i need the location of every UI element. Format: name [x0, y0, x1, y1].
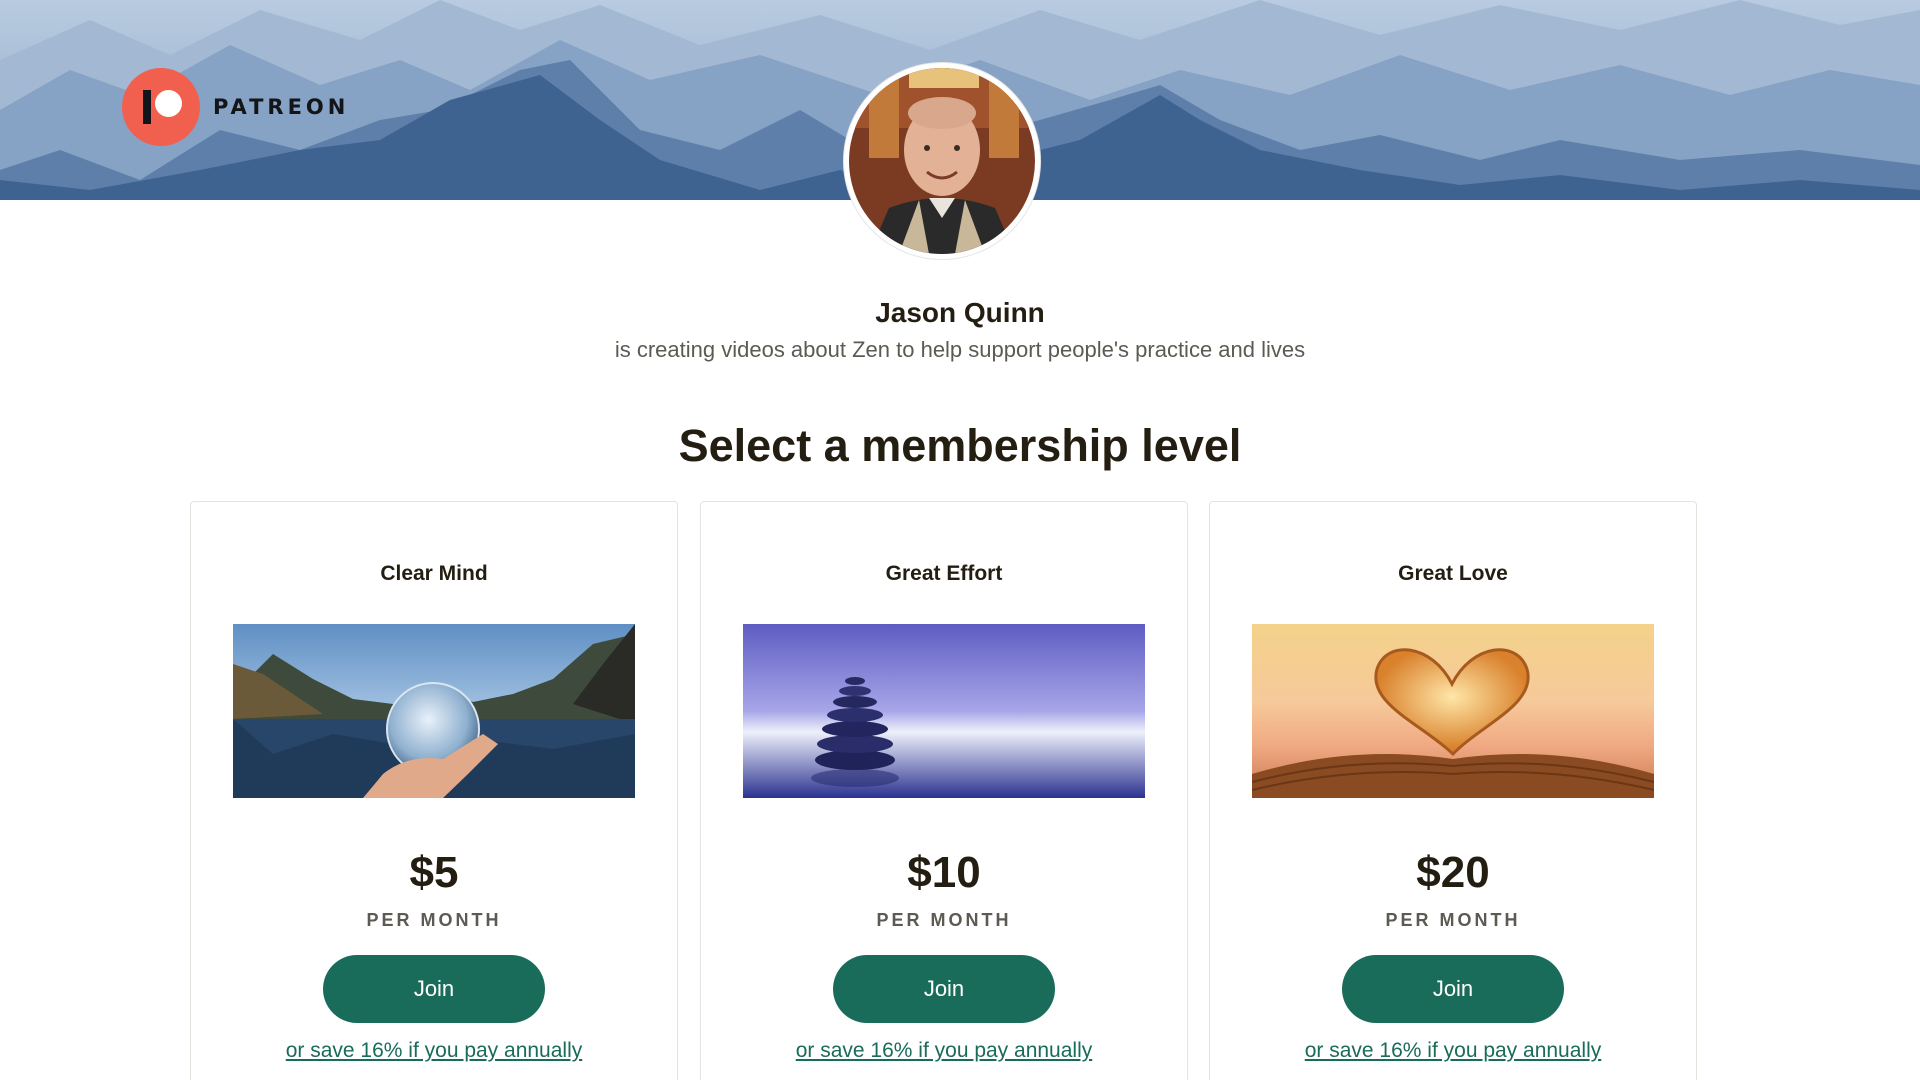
join-button-clear-mind[interactable]: Join: [323, 955, 545, 1023]
creator-description: is creating videos about Zen to help sup…: [614, 337, 1306, 362]
page: PATREON Jason Quinn is creating videos a…: [0, 0, 1920, 1080]
tier-price: $10: [907, 848, 981, 897]
tier-name: Clear Mind: [380, 562, 488, 585]
tier-image-stacked-stones: [743, 624, 1145, 798]
tier-period: PER MONTH: [366, 910, 502, 930]
patreon-logo[interactable]: PATREON: [122, 68, 349, 146]
join-button-great-love[interactable]: Join: [1342, 955, 1564, 1023]
tier-price: $20: [1416, 848, 1490, 897]
tier-period: PER MONTH: [1385, 910, 1521, 930]
annual-payment-link-clear-mind[interactable]: or save 16% if you pay annually: [191, 1039, 677, 1063]
tier-image-crystal-ball: [233, 624, 635, 798]
tier-period: PER MONTH: [876, 910, 1012, 930]
annual-payment-link-great-love[interactable]: or save 16% if you pay annually: [1210, 1039, 1696, 1063]
annual-payment-link-great-effort[interactable]: or save 16% if you pay annually: [701, 1039, 1187, 1063]
patreon-logo-icon: [122, 68, 200, 146]
section-title: Select a membership level: [678, 420, 1242, 471]
tier-price: $5: [409, 848, 459, 897]
creator-name: Jason Quinn: [875, 297, 1045, 328]
tier-card-clear-mind: Clear Mind $5 PER MONTH Join or save 16%…: [190, 501, 678, 1080]
tier-name: Great Love: [1398, 562, 1508, 585]
creator-avatar: [849, 68, 1035, 254]
tier-image-book-heart: [1252, 624, 1654, 798]
join-button-great-effort[interactable]: Join: [833, 955, 1055, 1023]
tier-name: Great Effort: [885, 562, 1003, 585]
tier-card-great-love: Great Love $20 PER MONTH Join or save 16…: [1209, 501, 1697, 1080]
patreon-logo-text: PATREON: [213, 95, 350, 119]
tier-card-great-effort: Great Effort $10 PER MONTH Join or save …: [700, 501, 1188, 1080]
